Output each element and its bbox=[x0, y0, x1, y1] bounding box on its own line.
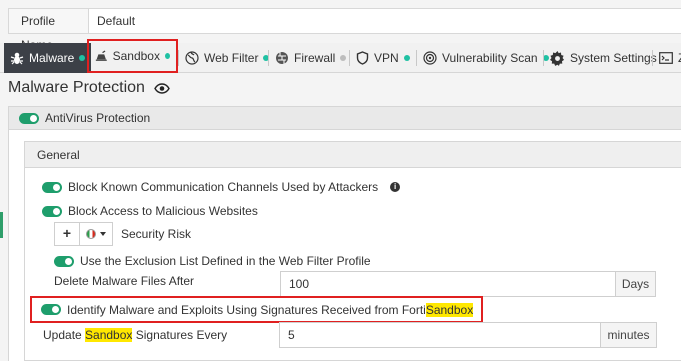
tab-more[interactable]: Z bbox=[653, 43, 681, 73]
identify-malware-text: Identify Malware and Exploits Using Sign… bbox=[67, 302, 426, 317]
target-icon bbox=[423, 51, 437, 65]
update-interval-input[interactable]: 5 bbox=[279, 322, 601, 348]
status-dot bbox=[79, 55, 86, 61]
delete-days-input[interactable]: 100 bbox=[280, 271, 616, 297]
bug-icon bbox=[10, 52, 24, 65]
tab-label: Vulnerability Scan bbox=[442, 51, 538, 65]
shield-icon bbox=[356, 51, 369, 65]
eye-icon[interactable] bbox=[154, 82, 170, 94]
general-section-title: General bbox=[25, 142, 681, 168]
delete-files-label: Delete Malware Files After bbox=[54, 274, 195, 288]
tab-web-filter[interactable]: Web Filter bbox=[179, 43, 275, 73]
tab-label: Sandbox bbox=[112, 49, 160, 63]
block-communication-label: Block Known Communication Channels Used … bbox=[68, 180, 379, 194]
tab-sandbox[interactable]: Sandbox bbox=[87, 39, 178, 73]
sandbox-icon bbox=[95, 50, 107, 61]
block-communication-row: Block Known Communication Channels Used … bbox=[42, 178, 401, 196]
update-signatures-label: Update Sandbox Signatures Every bbox=[43, 326, 227, 344]
block-communication-toggle[interactable] bbox=[42, 181, 62, 193]
days-unit-label: Days bbox=[616, 271, 656, 297]
tab-label: System Settings bbox=[570, 51, 657, 65]
gear-icon bbox=[550, 50, 565, 66]
tab-firewall[interactable]: Firewall bbox=[269, 43, 352, 73]
antivirus-label: AntiVirus Protection bbox=[45, 111, 151, 125]
page-title-text: Malware Protection bbox=[8, 79, 145, 96]
chevron-down-icon bbox=[100, 232, 106, 236]
profile-name-row: Profile Name Default bbox=[8, 8, 681, 52]
identify-malware-toggle[interactable] bbox=[41, 304, 61, 315]
tab-vulnerability-scan[interactable]: Vulnerability Scan bbox=[417, 43, 555, 73]
tab-label: Firewall bbox=[294, 51, 336, 65]
globe-icon bbox=[185, 51, 199, 65]
info-icon[interactable]: i bbox=[390, 182, 401, 192]
tab-malware[interactable]: Malware bbox=[4, 43, 92, 73]
update-signatures-text: Update bbox=[43, 328, 86, 342]
antivirus-toggle[interactable] bbox=[19, 112, 39, 124]
exclusion-list-label: Use the Exclusion List Defined in the We… bbox=[80, 254, 371, 268]
exclusion-list-row: Use the Exclusion List Defined in the We… bbox=[54, 252, 371, 270]
add-button[interactable]: + bbox=[54, 222, 80, 246]
tab-vpn[interactable]: VPN bbox=[350, 43, 416, 73]
flag-icon bbox=[86, 229, 96, 239]
profile-name-label: Profile Name bbox=[9, 9, 89, 52]
block-malicious-sites-row: Block Access to Malicious Websites bbox=[42, 202, 258, 220]
identify-malware-label: Identify Malware and Exploits Using Sign… bbox=[67, 302, 474, 317]
firewall-icon bbox=[276, 52, 288, 64]
tab-label: Web Filter bbox=[204, 51, 259, 65]
status-dot bbox=[403, 55, 410, 61]
security-risk-label: Security Risk bbox=[121, 227, 192, 241]
block-malicious-sites-label: Block Access to Malicious Websites bbox=[68, 204, 258, 218]
terminal-icon bbox=[659, 52, 673, 64]
profile-tab-bar: Malware Sandbox Web Filter Firewall VPN … bbox=[0, 39, 681, 73]
page-title: Malware Protection bbox=[8, 77, 170, 99]
tab-label: Malware bbox=[29, 51, 75, 65]
tab-label: VPN bbox=[374, 51, 399, 65]
risk-level-dropdown[interactable] bbox=[80, 222, 113, 246]
antivirus-protection-header: AntiVirus Protection bbox=[8, 106, 681, 130]
identify-malware-row: Identify Malware and Exploits Using Sign… bbox=[30, 296, 484, 323]
exclusion-list-toggle[interactable] bbox=[54, 255, 74, 267]
profile-name-value: Default bbox=[97, 14, 136, 28]
status-dot bbox=[164, 53, 170, 59]
search-highlight: Sandbox bbox=[85, 328, 133, 342]
tab-system-settings[interactable]: System Settings bbox=[544, 43, 663, 73]
status-dot bbox=[340, 55, 347, 61]
search-highlight: Sandbox bbox=[425, 302, 474, 317]
block-malicious-sites-toggle[interactable] bbox=[42, 205, 62, 217]
minutes-unit-label: minutes bbox=[601, 322, 657, 348]
security-risk-row: + Security Risk bbox=[54, 222, 192, 246]
update-signatures-text: Signatures Every bbox=[132, 328, 228, 342]
left-accent-bar bbox=[0, 212, 3, 238]
